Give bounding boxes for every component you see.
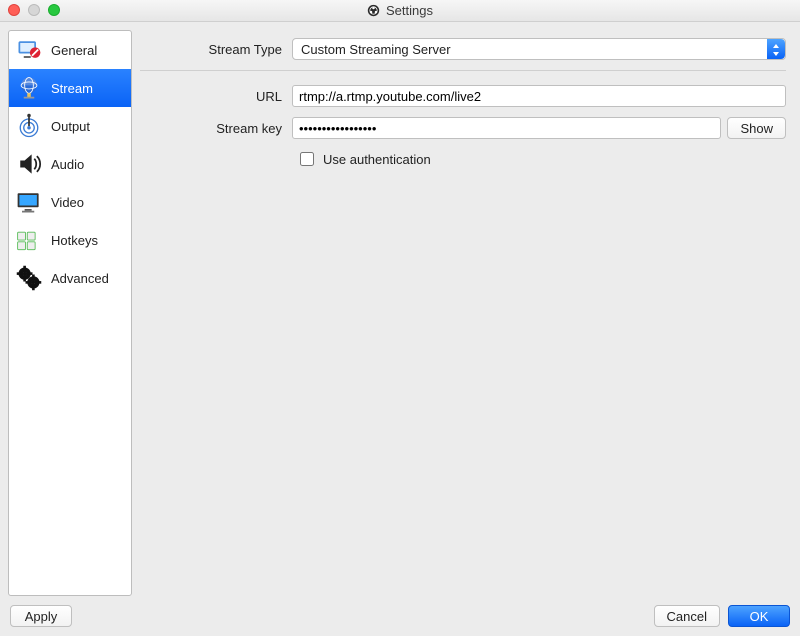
obs-app-icon xyxy=(367,4,380,17)
sidebar-label: Stream xyxy=(51,81,93,96)
sidebar-label: Advanced xyxy=(51,271,109,286)
stream-type-select[interactable]: Custom Streaming Server xyxy=(292,38,786,60)
audio-icon xyxy=(15,150,43,178)
window-traffic-lights xyxy=(8,4,60,16)
minimize-window-button[interactable] xyxy=(28,4,40,16)
output-icon xyxy=(15,112,43,140)
sidebar-label: General xyxy=(51,43,97,58)
general-icon xyxy=(15,36,43,64)
stream-type-value: Custom Streaming Server xyxy=(301,42,451,57)
titlebar: Settings xyxy=(0,0,800,22)
url-input[interactable] xyxy=(292,85,786,107)
show-stream-key-button[interactable]: Show xyxy=(727,117,786,139)
advanced-icon xyxy=(15,264,43,292)
ok-button[interactable]: OK xyxy=(728,605,790,627)
sidebar-label: Video xyxy=(51,195,84,210)
stream-settings-pane: Stream Type Custom Streaming Server URL … xyxy=(140,30,792,596)
sidebar-item-stream[interactable]: Stream xyxy=(9,69,131,107)
stream-icon xyxy=(15,74,43,102)
sidebar-label: Output xyxy=(51,119,90,134)
video-icon xyxy=(15,188,43,216)
select-arrows-icon xyxy=(771,42,781,58)
stream-key-input[interactable] xyxy=(292,117,721,139)
sidebar-item-hotkeys[interactable]: Hotkeys xyxy=(9,221,131,259)
sidebar-item-output[interactable]: Output xyxy=(9,107,131,145)
stream-key-label: Stream key xyxy=(140,121,286,136)
sidebar-item-general[interactable]: General xyxy=(9,31,131,69)
use-authentication-label: Use authentication xyxy=(323,152,431,167)
hotkeys-icon xyxy=(15,226,43,254)
sidebar-item-audio[interactable]: Audio xyxy=(9,145,131,183)
apply-button[interactable]: Apply xyxy=(10,605,72,627)
stream-type-label: Stream Type xyxy=(140,42,286,57)
zoom-window-button[interactable] xyxy=(48,4,60,16)
sidebar-label: Audio xyxy=(51,157,84,172)
window-title: Settings xyxy=(386,3,433,18)
divider xyxy=(140,70,786,71)
cancel-button[interactable]: Cancel xyxy=(654,605,720,627)
sidebar-item-video[interactable]: Video xyxy=(9,183,131,221)
close-window-button[interactable] xyxy=(8,4,20,16)
settings-sidebar: General Stream Output Audio Video xyxy=(8,30,132,596)
use-authentication-checkbox[interactable] xyxy=(300,152,314,166)
sidebar-item-advanced[interactable]: Advanced xyxy=(9,259,131,297)
sidebar-label: Hotkeys xyxy=(51,233,98,248)
url-label: URL xyxy=(140,89,286,104)
dialog-footer: Apply Cancel OK xyxy=(0,596,800,636)
